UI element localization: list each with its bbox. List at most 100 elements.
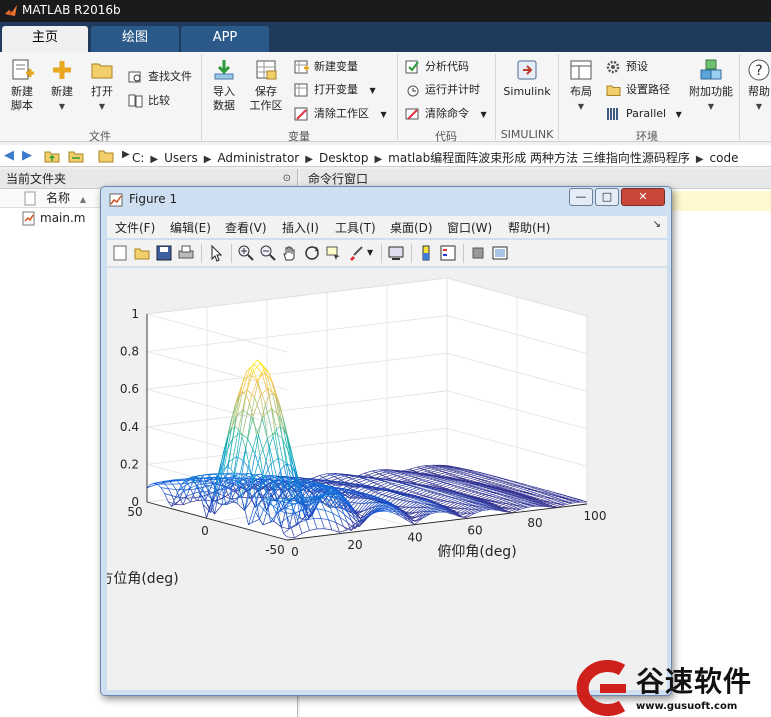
breadcrumb-item[interactable]: C: — [132, 151, 144, 165]
z-tick-label: 1 — [131, 307, 139, 321]
brush-dropdown-arrow[interactable]: ▼ — [367, 248, 373, 257]
close-button[interactable]: ✕ — [621, 188, 665, 206]
set-path-button[interactable]: 设置路径 — [606, 81, 670, 99]
tab-apps[interactable]: APP — [181, 26, 269, 52]
run-and-time-icon — [407, 85, 419, 97]
x-tick-label: 0 — [291, 545, 299, 559]
hide-plot-tools-icon[interactable] — [469, 244, 487, 262]
dock-arrow-icon[interactable]: ↘ — [653, 219, 661, 230]
open-variable-icon — [294, 83, 308, 97]
tab-plots[interactable]: 绘图 — [91, 26, 179, 52]
run-and-time-button[interactable]: 运行并计时 — [405, 81, 480, 99]
layout-label: 布局 — [570, 85, 592, 98]
divider — [201, 244, 202, 263]
breadcrumb-item[interactable]: Administrator — [217, 151, 299, 165]
clear-workspace-dropdown[interactable]: ▼ — [381, 110, 387, 119]
menu-tools[interactable]: 工具(T) — [335, 219, 376, 236]
clear-workspace-icon — [294, 107, 308, 121]
colorbar-icon[interactable] — [417, 244, 435, 262]
open-dropdown-arrow[interactable]: ▼ — [84, 100, 120, 114]
import-data-button[interactable]: 导入 数据 — [206, 58, 242, 113]
open-variable-dropdown[interactable]: ▼ — [370, 86, 376, 95]
clear-commands-button[interactable]: 清除命令 ▼ — [405, 105, 487, 123]
clear-workspace-button[interactable]: 清除工作区 ▼ — [294, 105, 387, 123]
tab-home[interactable]: 主页 — [2, 26, 88, 52]
breadcrumb-item[interactable]: Users — [164, 151, 198, 165]
show-plot-tools-icon[interactable] — [491, 244, 509, 262]
preferences-button[interactable]: 预设 — [606, 58, 648, 76]
app-title: MATLAB R2016b — [22, 3, 121, 17]
back-arrow-icon[interactable]: ◀ — [4, 148, 14, 163]
save-workspace-label: 保存 工作区 — [249, 85, 283, 112]
maximize-button[interactable]: □ — [595, 188, 619, 206]
save-icon[interactable] — [155, 244, 173, 262]
brand-name: 谷速软件 — [636, 665, 753, 698]
menu-help[interactable]: 帮助(H) — [508, 219, 550, 236]
gear-icon — [606, 60, 620, 74]
x-tick-label: 80 — [527, 516, 542, 530]
open-variable-button[interactable]: 打开变量 ▼ — [294, 81, 376, 99]
parallel-dropdown[interactable]: ▼ — [676, 110, 682, 119]
simulink-button[interactable]: Simulink — [500, 58, 554, 99]
help-dropdown-arrow[interactable]: ▼ — [744, 100, 771, 114]
new-label: 新建 — [51, 85, 73, 98]
parallel-button[interactable]: Parallel ▼ — [606, 105, 682, 123]
x-tick-label: 20 — [347, 538, 362, 552]
file-name: main.m — [40, 211, 86, 225]
preferences-label: 预设 — [626, 60, 648, 73]
breadcrumb-item[interactable]: code — [710, 151, 739, 165]
save-workspace-button[interactable]: 保存 工作区 — [246, 58, 286, 113]
open-button[interactable]: 打开 ▼ — [84, 58, 120, 114]
up-folder-icon[interactable] — [44, 148, 60, 164]
file-group-label: 文件 — [89, 130, 111, 143]
figure-titlebar[interactable]: Figure 1 — □ ✕ — [101, 187, 671, 213]
pan-hand-icon[interactable] — [281, 244, 299, 262]
clear-commands-dropdown[interactable]: ▼ — [481, 110, 487, 119]
open-file-icon[interactable] — [133, 244, 151, 262]
analyze-code-button[interactable]: 分析代码 — [405, 58, 469, 76]
file-column-icon — [24, 191, 36, 206]
new-script-button[interactable]: 新建 脚本 — [4, 58, 40, 113]
pointer-icon[interactable] — [207, 244, 225, 262]
menu-window[interactable]: 窗口(W) — [447, 219, 492, 236]
breadcrumb-item[interactable]: matlab编程面阵波束形成 两种方法 三维指向性源码程序 — [388, 151, 690, 165]
breadcrumb-item[interactable]: Desktop — [319, 151, 369, 165]
import-icon — [214, 60, 234, 80]
find-files-button[interactable]: 查找文件 — [128, 68, 192, 86]
folder-icon — [91, 63, 113, 79]
divider — [231, 244, 232, 263]
layout-dropdown-arrow[interactable]: ▼ — [563, 100, 599, 114]
forward-arrow-icon[interactable]: ▶ — [22, 148, 32, 163]
link-plot-icon[interactable] — [387, 244, 405, 262]
new-variable-button[interactable]: 新建变量 — [294, 58, 358, 76]
print-icon[interactable] — [177, 244, 195, 262]
menu-desktop[interactable]: 桌面(D) — [390, 219, 433, 236]
minimize-button[interactable]: — — [569, 188, 593, 206]
menu-insert[interactable]: 插入(I) — [282, 219, 319, 236]
compare-button[interactable]: 比较 — [128, 92, 170, 110]
brush-icon[interactable] — [347, 244, 365, 262]
figure-title: Figure 1 — [129, 192, 178, 206]
data-cursor-icon[interactable] — [325, 244, 343, 262]
zoom-out-icon[interactable] — [259, 244, 277, 262]
analyze-code-label: 分析代码 — [425, 60, 469, 73]
z-tick-label: 0.6 — [120, 382, 139, 396]
help-button[interactable]: ? 帮助 ▼ — [744, 58, 771, 114]
plus-icon — [53, 61, 71, 79]
menu-edit[interactable]: 编辑(E) — [170, 219, 211, 236]
layout-button[interactable]: 布局 ▼ — [563, 58, 599, 114]
zoom-in-icon[interactable] — [237, 244, 255, 262]
surface-plot[interactable]: 020406080100-5005000.20.40.60.81俯仰角(deg)… — [99, 268, 667, 690]
new-button[interactable]: 新建 ▼ — [44, 58, 80, 114]
add-ons-button[interactable]: 附加功能 ▼ — [686, 58, 736, 114]
new-figure-icon[interactable] — [111, 244, 129, 262]
rotate-3d-icon[interactable] — [303, 244, 321, 262]
add-ons-dropdown-arrow[interactable]: ▼ — [686, 100, 736, 114]
browse-folder-icon[interactable] — [68, 148, 84, 164]
legend-icon[interactable] — [439, 244, 457, 262]
y-tick-label: -50 — [265, 543, 285, 557]
new-dropdown-arrow[interactable]: ▼ — [44, 100, 80, 114]
menu-file[interactable]: 文件(F) — [115, 219, 155, 236]
run-and-time-label: 运行并计时 — [425, 83, 480, 96]
menu-view[interactable]: 查看(V) — [225, 219, 267, 236]
